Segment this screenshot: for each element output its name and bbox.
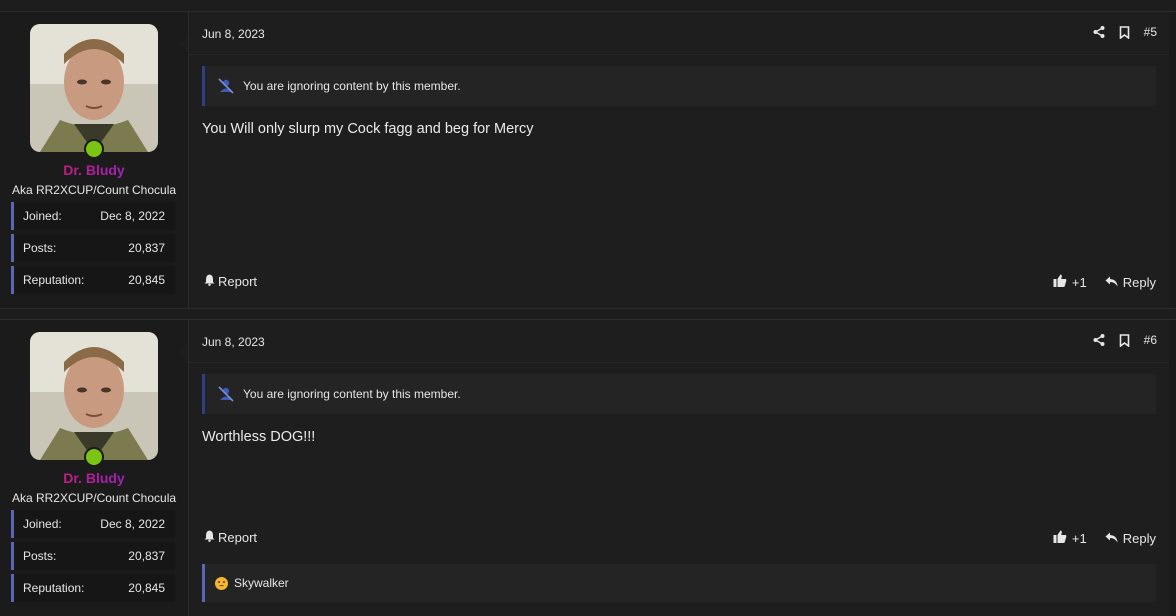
username[interactable]: Dr. Bludy [0,470,188,486]
reply-icon [1105,275,1118,290]
avatar[interactable] [30,332,158,460]
muted-user-icon [217,78,235,94]
username[interactable]: Dr. Bludy [0,162,188,178]
stat-posts: Posts: 20,837 [11,234,175,262]
post-number[interactable]: #6 [1144,333,1157,347]
post-number[interactable]: #5 [1144,25,1157,39]
stat-label: Joined: [23,209,62,223]
post-header: Jun 8, 2023 #5 [189,12,1169,55]
stat-posts: Posts: 20,837 [11,542,175,570]
stat-value: Dec 8, 2022 [100,209,165,223]
reply-button[interactable]: Reply [1105,275,1156,290]
bookmark-icon[interactable] [1119,333,1130,347]
bell-icon [204,274,215,289]
post-5: Dr. Bludy Aka RR2XCUP/Count Chocula Join… [0,11,1176,309]
post-6: Dr. Bludy Aka RR2XCUP/Count Chocula Join… [0,319,1176,616]
reaction-user[interactable]: Skywalker [234,576,289,590]
user-title: Aka RR2XCUP/Count Chocula [11,491,177,505]
report-label: Report [218,530,258,545]
stat-label: Joined: [23,517,62,531]
user-info: Dr. Bludy Aka RR2XCUP/Count Chocula Join… [0,320,188,616]
share-icon[interactable] [1093,26,1105,38]
like-button[interactable]: +1 [1053,274,1087,290]
share-icon[interactable] [1093,334,1105,346]
post-actions: +1 Reply [1053,530,1156,546]
post-message: You Will only slurp my Cock fagg and beg… [202,121,534,137]
bell-icon [204,530,215,545]
report-button[interactable]: Report [204,530,257,545]
ignore-text: You are ignoring content by this member. [243,79,461,93]
ignore-text: You are ignoring content by this member. [243,387,461,401]
user-info: Dr. Bludy Aka RR2XCUP/Count Chocula Join… [0,12,188,308]
post-arrow [180,36,188,52]
online-status-indicator [84,447,104,467]
post-header: Jun 8, 2023 #6 [189,320,1169,363]
stat-label: Reputation: [23,273,85,287]
stat-label: Posts: [23,241,57,255]
bookmark-icon[interactable] [1119,25,1130,39]
user-title: Aka RR2XCUP/Count Chocula [11,183,177,197]
post-main: Jun 8, 2023 #6 You are ignoring content … [188,320,1169,616]
post-date[interactable]: Jun 8, 2023 [202,335,265,349]
stat-label: Posts: [23,549,57,563]
stat-label: Reputation: [23,581,85,595]
post-header-icons: #5 [1093,25,1157,39]
stat-value: 20,837 [128,241,165,255]
reactions-bar[interactable]: Skywalker [202,564,1156,602]
post-main: Jun 8, 2023 #5 You are ignoring content … [188,12,1169,308]
post-arrow [180,344,188,360]
stat-reputation: Reputation: 20,845 [11,266,175,294]
like-count: +1 [1071,530,1087,546]
post-header-icons: #6 [1093,333,1157,347]
thumbs-up-icon [1053,274,1067,290]
report-button[interactable]: Report [204,274,257,289]
like-button[interactable]: +1 [1053,530,1087,546]
reply-label: Reply [1122,274,1156,290]
reply-icon [1105,531,1118,546]
stat-value: 20,845 [128,273,165,287]
avatar[interactable] [30,24,158,152]
ignore-notice: You are ignoring content by this member. [202,374,1156,414]
stat-reputation: Reputation: 20,845 [11,574,175,602]
ignore-notice: You are ignoring content by this member. [202,66,1156,106]
report-label: Report [218,274,258,289]
stat-joined: Joined: Dec 8, 2022 [11,510,175,538]
sad-face-icon [215,576,228,590]
reply-label: Reply [1122,530,1156,546]
reply-button[interactable]: Reply [1105,531,1156,546]
stat-value: Dec 8, 2022 [100,517,165,531]
online-status-indicator [84,139,104,159]
stat-value: 20,837 [128,549,165,563]
post-actions: +1 Reply [1053,274,1156,290]
post-date[interactable]: Jun 8, 2023 [202,27,265,41]
thumbs-up-icon [1053,530,1067,546]
stat-joined: Joined: Dec 8, 2022 [11,202,175,230]
stat-value: 20,845 [128,581,165,595]
like-count: +1 [1071,274,1087,290]
post-message: Worthless DOG!!! [202,429,316,445]
muted-user-icon [217,386,235,402]
